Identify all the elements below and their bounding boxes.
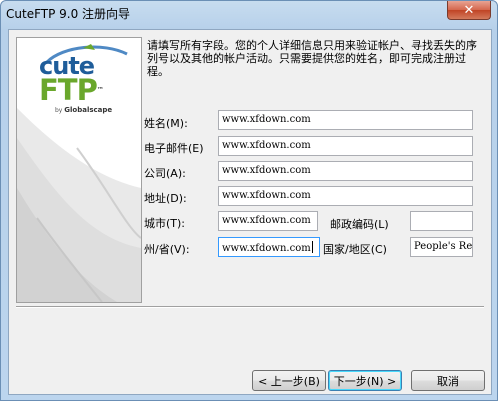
logo-trademark: ™ [96,86,104,94]
title-bar: CuteFTP 9.0 注册向导 ✕ [1,1,497,27]
registration-wizard-window: CuteFTP 9.0 注册向导 ✕ cute FTP™ by Globalsc [0,0,498,401]
company-field[interactable]: www.xfdown.com [218,161,473,181]
email-field[interactable]: www.xfdown.com [218,136,473,156]
next-button[interactable]: 下一步(N) > [328,370,402,391]
logo-ftp-text: FTP™ [39,76,134,105]
name-label: 姓名(M): [144,117,188,130]
zip-label: 邮政编码(L) [330,218,389,231]
state-field-value: www.xfdown.com [222,243,311,254]
city-label: 城市(T): [144,217,186,230]
close-icon: ✕ [463,2,475,18]
company-label: 公司(A): [144,167,186,180]
logo-byline: by Globalscape [55,106,134,114]
window-title: CuteFTP 9.0 注册向导 [6,7,131,21]
state-field[interactable]: www.xfdown.com [218,237,320,257]
cuteftp-logo: cute FTP™ by Globalscape [39,54,134,114]
back-button[interactable]: < 上一步(B) [252,370,326,391]
logo-panel: cute FTP™ by Globalscape [16,37,142,303]
country-select[interactable]: People's Rep [410,237,473,257]
address-field[interactable]: www.xfdown.com [218,186,473,206]
zip-field[interactable] [410,211,473,231]
city-field[interactable]: www.xfdown.com [218,211,318,231]
divider [16,306,484,308]
state-label: 州/省(V): [144,243,190,256]
name-field[interactable]: www.xfdown.com [218,110,473,130]
email-label: 电子邮件(E) [144,142,204,155]
country-label: 国家/地区(C) [323,243,387,256]
text-caret [311,241,313,253]
logo-by-word: by [55,107,63,114]
address-label: 地址(D): [144,192,187,205]
intro-text: 请填写所有字段。您的个人详细信息只用来验证帐户、寻找丢失的序列号以及其他的帐户活… [147,39,477,78]
logo-ftp-word: FTP [39,73,98,107]
cancel-button[interactable]: 取消 [411,370,485,391]
logo-brand: Globalscape [64,106,113,114]
close-button[interactable]: ✕ [447,1,491,20]
wizard-body: cute FTP™ by Globalscape 请填写所有字段。您的个人详细信… [8,29,492,395]
